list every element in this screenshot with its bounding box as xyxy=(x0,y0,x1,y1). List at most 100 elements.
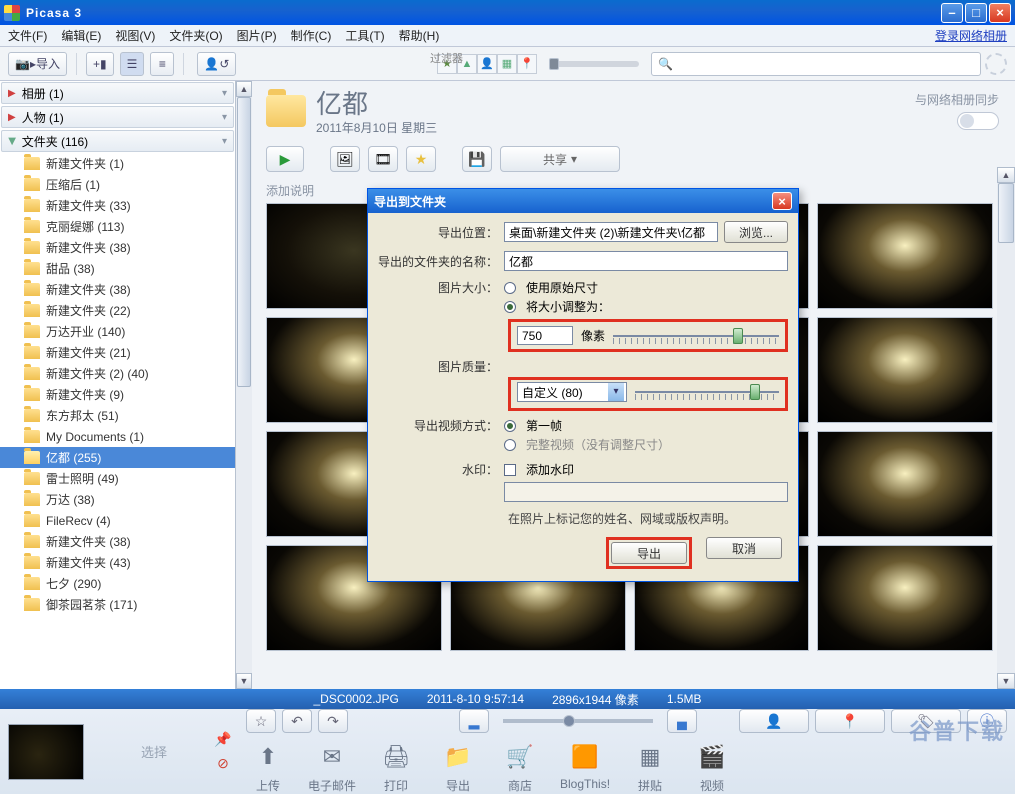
sidebar-folder-item[interactable]: 新建文件夹 (38) xyxy=(0,279,235,300)
rotate-left-button[interactable]: ↶ xyxy=(282,709,312,733)
dialog-close-button[interactable]: × xyxy=(772,192,792,210)
scroll-thumb[interactable] xyxy=(237,97,251,387)
sidebar-header-albums[interactable]: ▶相册 (1)▾ xyxy=(1,82,234,104)
login-link[interactable]: 登录网络相册 xyxy=(935,27,1007,44)
people-button[interactable]: 👤↺ xyxy=(197,52,236,76)
save-button[interactable]: 💾 xyxy=(462,146,492,172)
sidebar-folder-item[interactable]: 新建文件夹 (43) xyxy=(0,552,235,573)
scroll-up-button[interactable]: ▲ xyxy=(236,81,252,97)
location-input[interactable] xyxy=(504,222,718,242)
sidebar-folder-item[interactable]: 御茶园茗茶 (171) xyxy=(0,594,235,615)
zoom-out-button[interactable]: ▂ xyxy=(459,709,489,733)
create-movie-button[interactable]: 🎞 xyxy=(368,146,398,172)
filter-face-icon[interactable]: 👤 xyxy=(477,54,497,74)
sidebar-folder-item[interactable]: 新建文件夹 (2) (40) xyxy=(0,363,235,384)
watermark-checkbox[interactable] xyxy=(504,464,516,476)
launch-上传[interactable]: ⬆上传 xyxy=(246,739,290,794)
search-input[interactable]: 🔍 xyxy=(651,52,981,76)
menu-help[interactable]: 帮助(H) xyxy=(399,27,440,44)
scroll-up-button[interactable]: ▲ xyxy=(997,167,1015,183)
sidebar-folder-item[interactable]: 克丽缇娜 (113) xyxy=(0,216,235,237)
pixel-input[interactable] xyxy=(517,326,573,345)
launch-打印[interactable]: 🖨打印 xyxy=(374,739,418,794)
filter-movie-icon[interactable]: ▦ xyxy=(497,54,517,74)
star-button[interactable]: ★ xyxy=(406,146,436,172)
foldername-input[interactable] xyxy=(504,251,788,271)
view-grid-button[interactable]: ☰ xyxy=(120,52,145,76)
content-scrollbar[interactable]: ▲ ▼ xyxy=(997,167,1015,689)
menu-picture[interactable]: 图片(P) xyxy=(237,27,277,44)
sidebar-folder-item[interactable]: 新建文件夹 (21) xyxy=(0,342,235,363)
launch-视频[interactable]: 🎬视频 xyxy=(690,739,734,794)
size-original-radio[interactable] xyxy=(504,282,516,294)
add-folder-button[interactable]: +▮ xyxy=(86,52,114,76)
minimize-button[interactable] xyxy=(941,3,963,23)
sidebar-folder-item[interactable]: My Documents (1) xyxy=(0,426,235,447)
zoom-slider[interactable] xyxy=(503,719,653,723)
launch-电子邮件[interactable]: ✉电子邮件 xyxy=(308,739,356,794)
sidebar-folder-item[interactable]: 亿都 (255) xyxy=(0,447,235,468)
sidebar-scrollbar[interactable]: ▲ ▼ xyxy=(236,81,252,689)
quality-combo[interactable]: 自定义 (80) xyxy=(517,382,627,402)
menu-view[interactable]: 视图(V) xyxy=(115,27,155,44)
share-button[interactable]: 共享 ▾ xyxy=(500,146,620,172)
create-collage-button[interactable]: 🖼 xyxy=(330,146,360,172)
view-list-button[interactable]: ≡ xyxy=(150,52,174,76)
close-button[interactable] xyxy=(989,3,1011,23)
video-frame-radio[interactable] xyxy=(504,420,516,432)
scroll-thumb[interactable] xyxy=(998,183,1014,243)
sidebar-folder-item[interactable]: 新建文件夹 (33) xyxy=(0,195,235,216)
pin-icon[interactable]: 📌 xyxy=(214,731,232,749)
sidebar-folder-item[interactable]: 新建文件夹 (9) xyxy=(0,384,235,405)
sidebar-folder-item[interactable]: 万达开业 (140) xyxy=(0,321,235,342)
sidebar-folder-item[interactable]: 甜品 (38) xyxy=(0,258,235,279)
sidebar-folder-item[interactable]: FileRecv (4) xyxy=(0,510,235,531)
launch-商店[interactable]: 🛒商店 xyxy=(498,739,542,794)
sidebar-folder-item[interactable]: 新建文件夹 (38) xyxy=(0,531,235,552)
clear-icon[interactable]: ⊘ xyxy=(214,755,232,773)
sync-toggle[interactable] xyxy=(957,112,999,130)
browse-button[interactable]: 浏览... xyxy=(724,221,788,243)
maximize-button[interactable] xyxy=(965,3,987,23)
sidebar-folder-item[interactable]: 东方邦太 (51) xyxy=(0,405,235,426)
sidebar-header-folders[interactable]: ▶文件夹 (116)▾ xyxy=(1,130,234,152)
launch-BlogThis![interactable]: 🟧BlogThis! xyxy=(560,739,610,794)
thumbnail[interactable] xyxy=(817,545,993,651)
dialog-titlebar[interactable]: 导出到文件夹 × xyxy=(368,189,798,213)
sidebar-folder-item[interactable]: 压缩后 (1) xyxy=(0,174,235,195)
thumbnail[interactable] xyxy=(817,317,993,423)
tag-people-button[interactable]: 👤 xyxy=(739,709,809,733)
sidebar-folder-item[interactable]: 七夕 (290) xyxy=(0,573,235,594)
sidebar-header-people[interactable]: ▶人物 (1)▾ xyxy=(1,106,234,128)
sidebar-folder-item[interactable]: 新建文件夹 (1) xyxy=(0,153,235,174)
sidebar-folder-item[interactable]: 新建文件夹 (22) xyxy=(0,300,235,321)
size-resize-radio[interactable] xyxy=(504,301,516,313)
rotate-right-button[interactable]: ↷ xyxy=(318,709,348,733)
star-toggle-button[interactable]: ☆ xyxy=(246,709,276,733)
watermark-input[interactable] xyxy=(504,482,788,502)
quality-slider[interactable] xyxy=(635,388,779,396)
launch-拼贴[interactable]: ▦拼贴 xyxy=(628,739,672,794)
sidebar-folder-item[interactable]: 新建文件夹 (38) xyxy=(0,237,235,258)
launch-导出[interactable]: 📁导出 xyxy=(436,739,480,794)
cancel-button[interactable]: 取消 xyxy=(706,537,782,559)
sidebar-folder-item[interactable]: 雷士照明 (49) xyxy=(0,468,235,489)
geotag-button[interactable]: 📍 xyxy=(815,709,885,733)
menu-tools[interactable]: 工具(T) xyxy=(345,27,384,44)
menu-edit[interactable]: 编辑(E) xyxy=(61,27,101,44)
thumbnail[interactable] xyxy=(817,431,993,537)
filter-slider[interactable] xyxy=(549,61,639,67)
import-button[interactable]: 📷▸ 导入 xyxy=(8,52,67,76)
zoom-in-button[interactable]: ▄ xyxy=(667,709,697,733)
scroll-down-button[interactable]: ▼ xyxy=(997,673,1015,689)
menu-create[interactable]: 制作(C) xyxy=(291,27,332,44)
menu-file[interactable]: 文件(F) xyxy=(8,27,47,44)
export-button[interactable]: 导出 xyxy=(611,542,687,564)
video-full-radio[interactable] xyxy=(504,439,516,451)
play-slideshow-button[interactable]: ▶ xyxy=(266,146,304,172)
size-slider[interactable] xyxy=(613,332,779,340)
sidebar-folder-item[interactable]: 万达 (38) xyxy=(0,489,235,510)
selection-thumbnail[interactable] xyxy=(8,724,84,780)
scroll-down-button[interactable]: ▼ xyxy=(236,673,252,689)
thumbnail[interactable] xyxy=(817,203,993,309)
